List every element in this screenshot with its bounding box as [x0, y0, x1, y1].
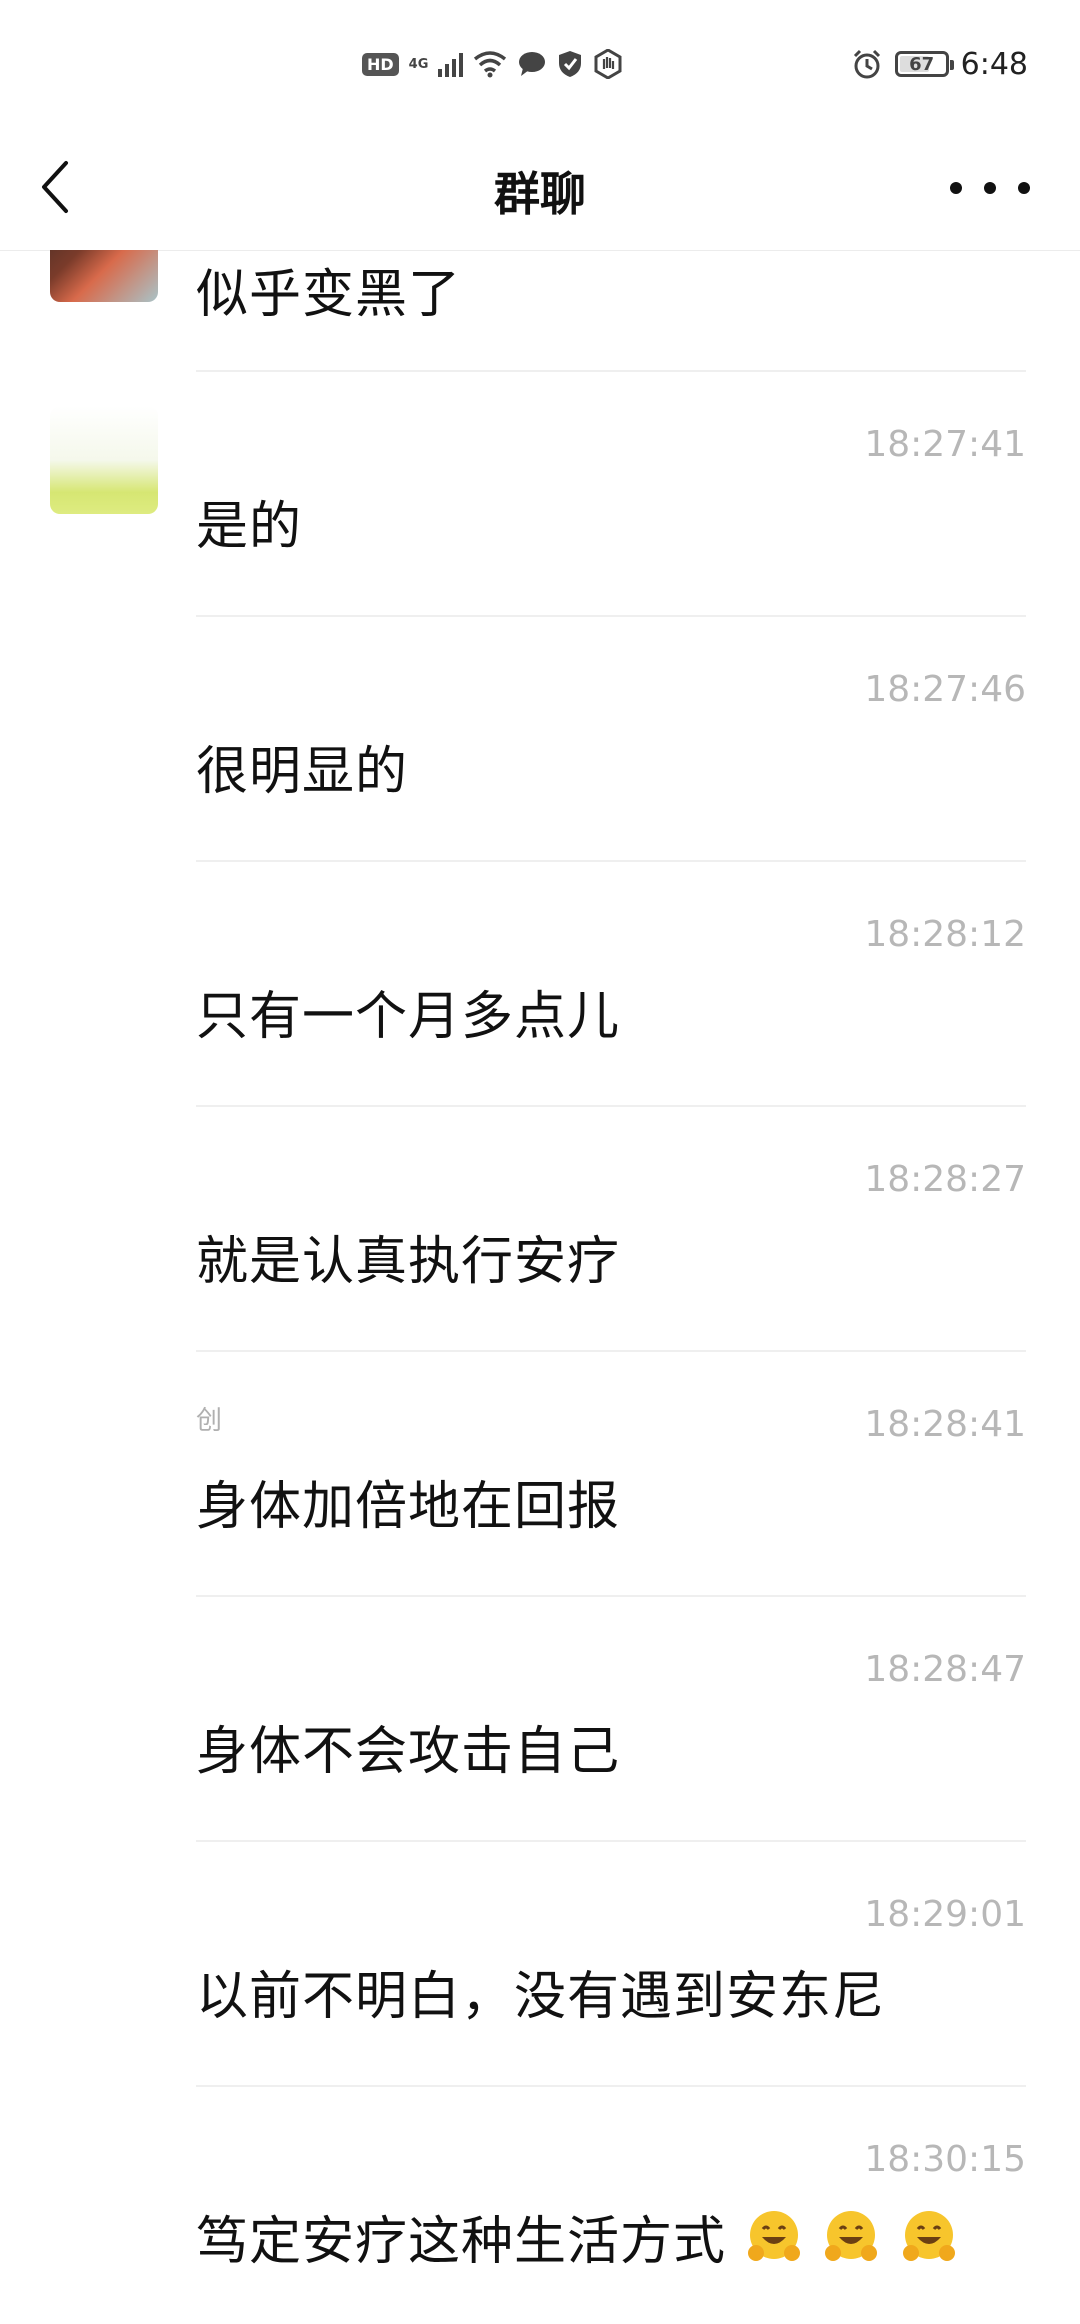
more-options-button[interactable]	[950, 158, 1030, 218]
chat-header: 群聊	[0, 130, 1080, 250]
wifi-icon	[474, 51, 507, 78]
message-item[interactable]: 18:28:27 就是认真执行安疗	[0, 1107, 1080, 1352]
message-item[interactable]: 18:28:12 只有一个月多点儿	[0, 862, 1080, 1107]
message-item[interactable]: 18:30:15 笃定安疗这种生活方式	[0, 2087, 1080, 2324]
hug-emoji-icon	[747, 2211, 800, 2261]
more-dot-icon	[950, 182, 962, 194]
hug-emoji-icon	[825, 2211, 878, 2261]
message-time: 18:28:12	[864, 914, 1026, 955]
hug-emoji-icon	[902, 2211, 955, 2261]
message-time: 18:28:41	[864, 1404, 1026, 1445]
status-bar: HD 4G 67 6:48	[0, 0, 1080, 130]
more-dot-icon	[984, 182, 996, 194]
message-text: 身体不会攻击自己	[196, 1722, 621, 1782]
message-time: 18:28:47	[864, 1649, 1026, 1690]
message-time: 18:29:01	[864, 1894, 1026, 1935]
message-time: 18:27:41	[864, 424, 1026, 465]
message-text: 笃定安疗这种生活方式	[196, 2199, 959, 2274]
message-text: 只有一个月多点儿	[196, 987, 621, 1047]
message-text: 很明显的	[196, 742, 409, 802]
clock: 6:48	[960, 46, 1028, 82]
status-icons-right: 67 6:48	[851, 44, 1028, 84]
message-item[interactable]: 创 18:28:41 身体加倍地在回报	[0, 1352, 1080, 1597]
hand-stop-icon	[594, 49, 622, 79]
message-item[interactable]: 18:28:47 身体不会攻击自己	[0, 1597, 1080, 1842]
message-list[interactable]: 似乎变黑了 18:27:41 是的 18:27:46 很明显的 18:28:12…	[0, 250, 1080, 2324]
network-type-icon: 4G	[408, 56, 429, 72]
hd-icon: HD	[362, 52, 399, 76]
message-time: 18:27:46	[864, 669, 1026, 710]
message-text-content: 笃定安疗这种生活方式	[196, 2212, 727, 2272]
avatar[interactable]	[50, 250, 158, 302]
message-item[interactable]: 18:27:41 是的	[0, 372, 1080, 617]
message-time: 18:30:15	[864, 2139, 1026, 2180]
message-text: 是的	[196, 497, 303, 557]
message-notification-icon	[519, 52, 546, 76]
message-item[interactable]: 18:29:01 以前不明白，没有遇到安东尼	[0, 1842, 1080, 2087]
alarm-icon	[853, 49, 880, 79]
message-text: 就是认真执行安疗	[196, 1232, 621, 1292]
shield-icon	[559, 51, 582, 77]
status-icons-left: HD 4G	[362, 44, 623, 84]
avatar[interactable]	[50, 406, 158, 514]
more-dot-icon	[1018, 182, 1030, 194]
message-item[interactable]: 18:27:46 很明显的	[0, 617, 1080, 862]
battery-icon: 67	[894, 51, 954, 77]
message-text: 以前不明白，没有遇到安东尼	[196, 1967, 886, 2027]
page-title: 群聊	[494, 167, 586, 221]
message-text: 似乎变黑了	[196, 265, 462, 325]
sender-name: 创	[196, 1406, 223, 1436]
battery-percent: 67	[909, 53, 935, 75]
signal-icon	[438, 51, 464, 77]
message-item[interactable]: 似乎变黑了	[0, 250, 1080, 372]
message-time: 18:28:27	[864, 1159, 1026, 1200]
message-text: 身体加倍地在回报	[196, 1477, 621, 1537]
